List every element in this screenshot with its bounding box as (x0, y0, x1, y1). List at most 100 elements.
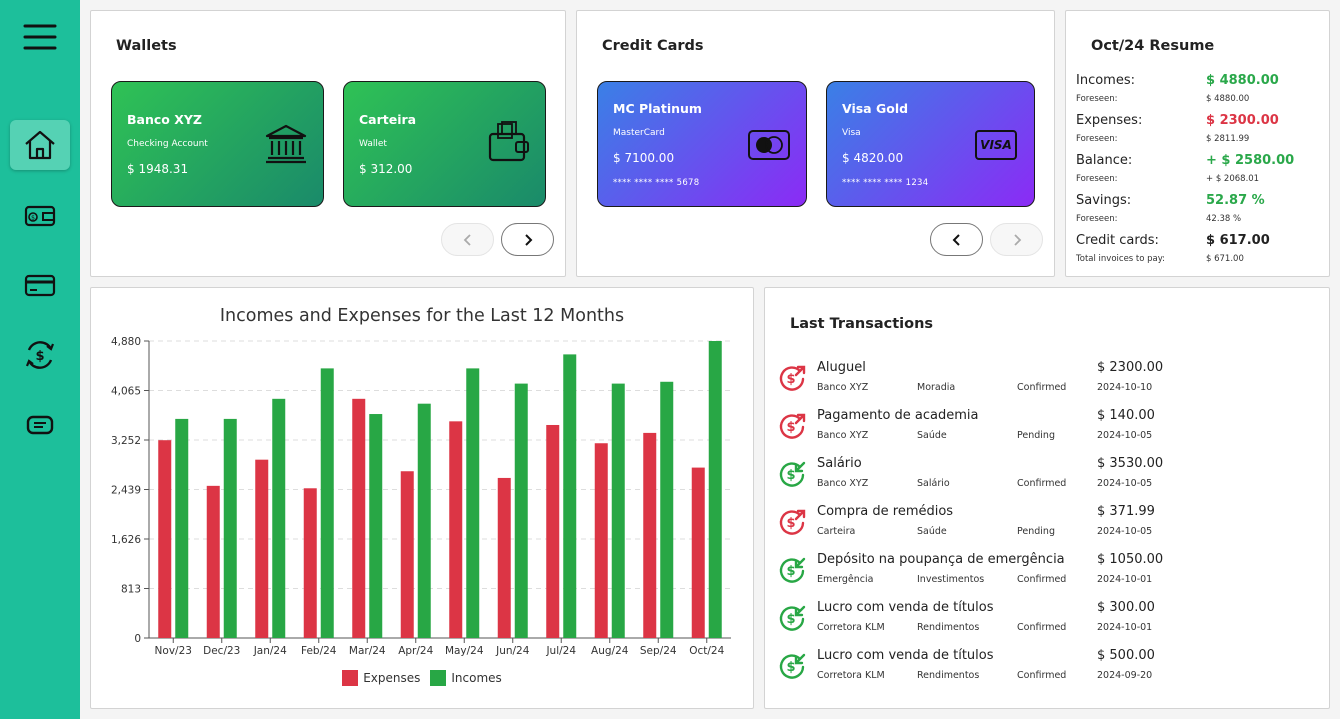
transaction-amount: $ 500.00 (1097, 648, 1155, 663)
wallet-name: Carteira (359, 112, 417, 127)
transaction-category: Saúde (917, 430, 947, 441)
legend-label: Incomes (451, 671, 502, 685)
bar-expenses[interactable] (255, 459, 269, 638)
currency-exchange-icon: $ (25, 341, 55, 369)
bar-expenses[interactable] (449, 421, 463, 638)
transaction-name: Lucro com venda de títulos (817, 648, 994, 663)
x-tick-label: Oct/24 (689, 645, 724, 657)
resume-sub-value: 42.38 % (1206, 214, 1242, 224)
bar-expenses[interactable] (546, 424, 560, 638)
transaction-row[interactable]: $ Compra de remédios $ 371.99 Carteira Saúde… (777, 504, 1317, 552)
svg-text:$: $ (31, 215, 35, 222)
resume-value: $ 4880.00 (1206, 73, 1279, 88)
bar-incomes[interactable] (223, 418, 237, 638)
resume-value: $ 617.00 (1206, 233, 1270, 248)
bar-incomes[interactable] (514, 383, 528, 638)
transaction-row[interactable]: $ Depósito na poupança de emergência $ 105… (777, 552, 1317, 600)
credit-card[interactable]: Visa Gold Visa $ 4820.00 **** **** **** … (826, 81, 1035, 207)
x-tick-label: May/24 (445, 645, 484, 657)
bar-incomes[interactable] (272, 398, 286, 638)
x-tick-label: Feb/24 (301, 645, 337, 657)
svg-text:$: $ (786, 516, 795, 531)
credit-cards-prev-button[interactable] (930, 223, 983, 256)
nav-wallets[interactable]: $ (10, 190, 70, 240)
x-tick-label: Jul/24 (545, 645, 576, 657)
x-tick-label: Apr/24 (398, 645, 433, 657)
credit-card[interactable]: MC Platinum MasterCard $ 7100.00 **** **… (597, 81, 807, 207)
bar-incomes[interactable] (708, 341, 722, 638)
resume-sub-label: Total invoices to pay: (1076, 254, 1166, 264)
svg-text:$: $ (786, 612, 795, 627)
resume-row: Savings: 52.87 % Foreseen: 42.38 % (1076, 193, 1326, 233)
bar-incomes[interactable] (369, 414, 383, 638)
wallet-card[interactable]: Carteira Wallet $ 312.00 (343, 81, 546, 207)
x-tick-label: Jan/24 (253, 645, 287, 657)
bar-incomes[interactable] (417, 403, 431, 638)
bar-expenses[interactable] (643, 432, 657, 638)
nav-home[interactable] (10, 120, 70, 170)
transaction-account: Carteira (817, 526, 856, 537)
wallet-type: Checking Account (127, 139, 208, 149)
bar-expenses[interactable] (158, 440, 172, 638)
wallet-balance: $ 1948.31 (127, 162, 189, 176)
transaction-date: 2024-10-05 (1097, 430, 1153, 441)
transaction-amount: $ 3530.00 (1097, 456, 1164, 471)
bar-incomes[interactable] (466, 368, 480, 638)
transaction-account: Emergência (817, 574, 874, 585)
transaction-account: Corretora KLM (817, 622, 885, 633)
bar-incomes[interactable] (175, 418, 189, 638)
y-tick-label: 2,439 (111, 485, 141, 497)
transactions-title: Last Transactions (790, 316, 934, 332)
bar-expenses[interactable] (594, 443, 608, 638)
transaction-amount: $ 140.00 (1097, 408, 1155, 423)
sidebar: $ $ (0, 0, 80, 719)
transaction-row[interactable]: $ Lucro com venda de títulos $ 300.00 Corre… (777, 600, 1317, 648)
resume-label: Credit cards: (1076, 233, 1159, 248)
legend-item-incomes[interactable]: Incomes (430, 670, 502, 686)
transaction-name: Salário (817, 456, 862, 471)
income-icon: $ (779, 605, 806, 631)
transaction-row[interactable]: $ Aluguel $ 2300.00 Banco XYZ Moradia Confirm… (777, 360, 1317, 408)
wallet-card[interactable]: Banco XYZ Checking Account $ 1948.31 (111, 81, 324, 207)
legend-item-expenses[interactable]: Expenses (342, 670, 420, 686)
nav-transactions[interactable]: $ (10, 330, 70, 380)
bar-incomes[interactable] (320, 368, 334, 638)
y-tick-label: 0 (134, 633, 141, 645)
transaction-account: Banco XYZ (817, 430, 869, 441)
transaction-date: 2024-10-05 (1097, 526, 1153, 537)
bar-expenses[interactable] (691, 467, 705, 638)
menu-button[interactable] (10, 12, 70, 62)
transactions-panel: Last Transactions $ Aluguel $ 2300.00 Banco… (764, 287, 1330, 709)
credit-cards-next-button[interactable] (990, 223, 1043, 256)
transaction-category: Investimentos (917, 574, 985, 585)
wallets-next-button[interactable] (501, 223, 554, 256)
transaction-row[interactable]: $ Pagamento de academia $ 140.00 Banco XYZ S… (777, 408, 1317, 456)
bar-incomes[interactable] (660, 381, 674, 638)
y-tick-label: 4,065 (111, 386, 141, 398)
bar-incomes[interactable] (563, 354, 577, 638)
bar-expenses[interactable] (206, 485, 220, 638)
wallet-name: Banco XYZ (127, 112, 202, 127)
wallet-balance: $ 312.00 (359, 162, 413, 176)
nav-credit-cards[interactable] (10, 260, 70, 310)
y-tick-label: 4,880 (111, 336, 141, 348)
transaction-amount: $ 300.00 (1097, 600, 1155, 615)
nav-invoices[interactable] (10, 400, 70, 450)
wallets-prev-button[interactable] (441, 223, 494, 256)
resume-row: Balance: + $ 2580.00 Foreseen: + $ 2068.01 (1076, 153, 1326, 193)
svg-text:$: $ (35, 349, 44, 364)
svg-text:$: $ (786, 660, 795, 675)
bar-incomes[interactable] (611, 383, 625, 638)
bar-expenses[interactable] (352, 398, 366, 638)
credit-card-number: **** **** **** 5678 (613, 178, 700, 188)
transaction-status: Pending (1017, 526, 1055, 537)
bar-expenses[interactable] (303, 488, 317, 638)
chart-panel: Incomes and Expenses for the Last 12 Mon… (90, 287, 754, 709)
transaction-row[interactable]: $ Salário $ 3530.00 Banco XYZ Salário Confirm… (777, 456, 1317, 504)
wallet-icon: $ (24, 205, 56, 227)
transaction-category: Rendimentos (917, 622, 980, 633)
transaction-status: Confirmed (1017, 478, 1067, 489)
bar-expenses[interactable] (497, 477, 511, 638)
bar-expenses[interactable] (400, 471, 414, 638)
transaction-row[interactable]: $ Lucro com venda de títulos $ 500.00 Corre… (777, 648, 1317, 696)
